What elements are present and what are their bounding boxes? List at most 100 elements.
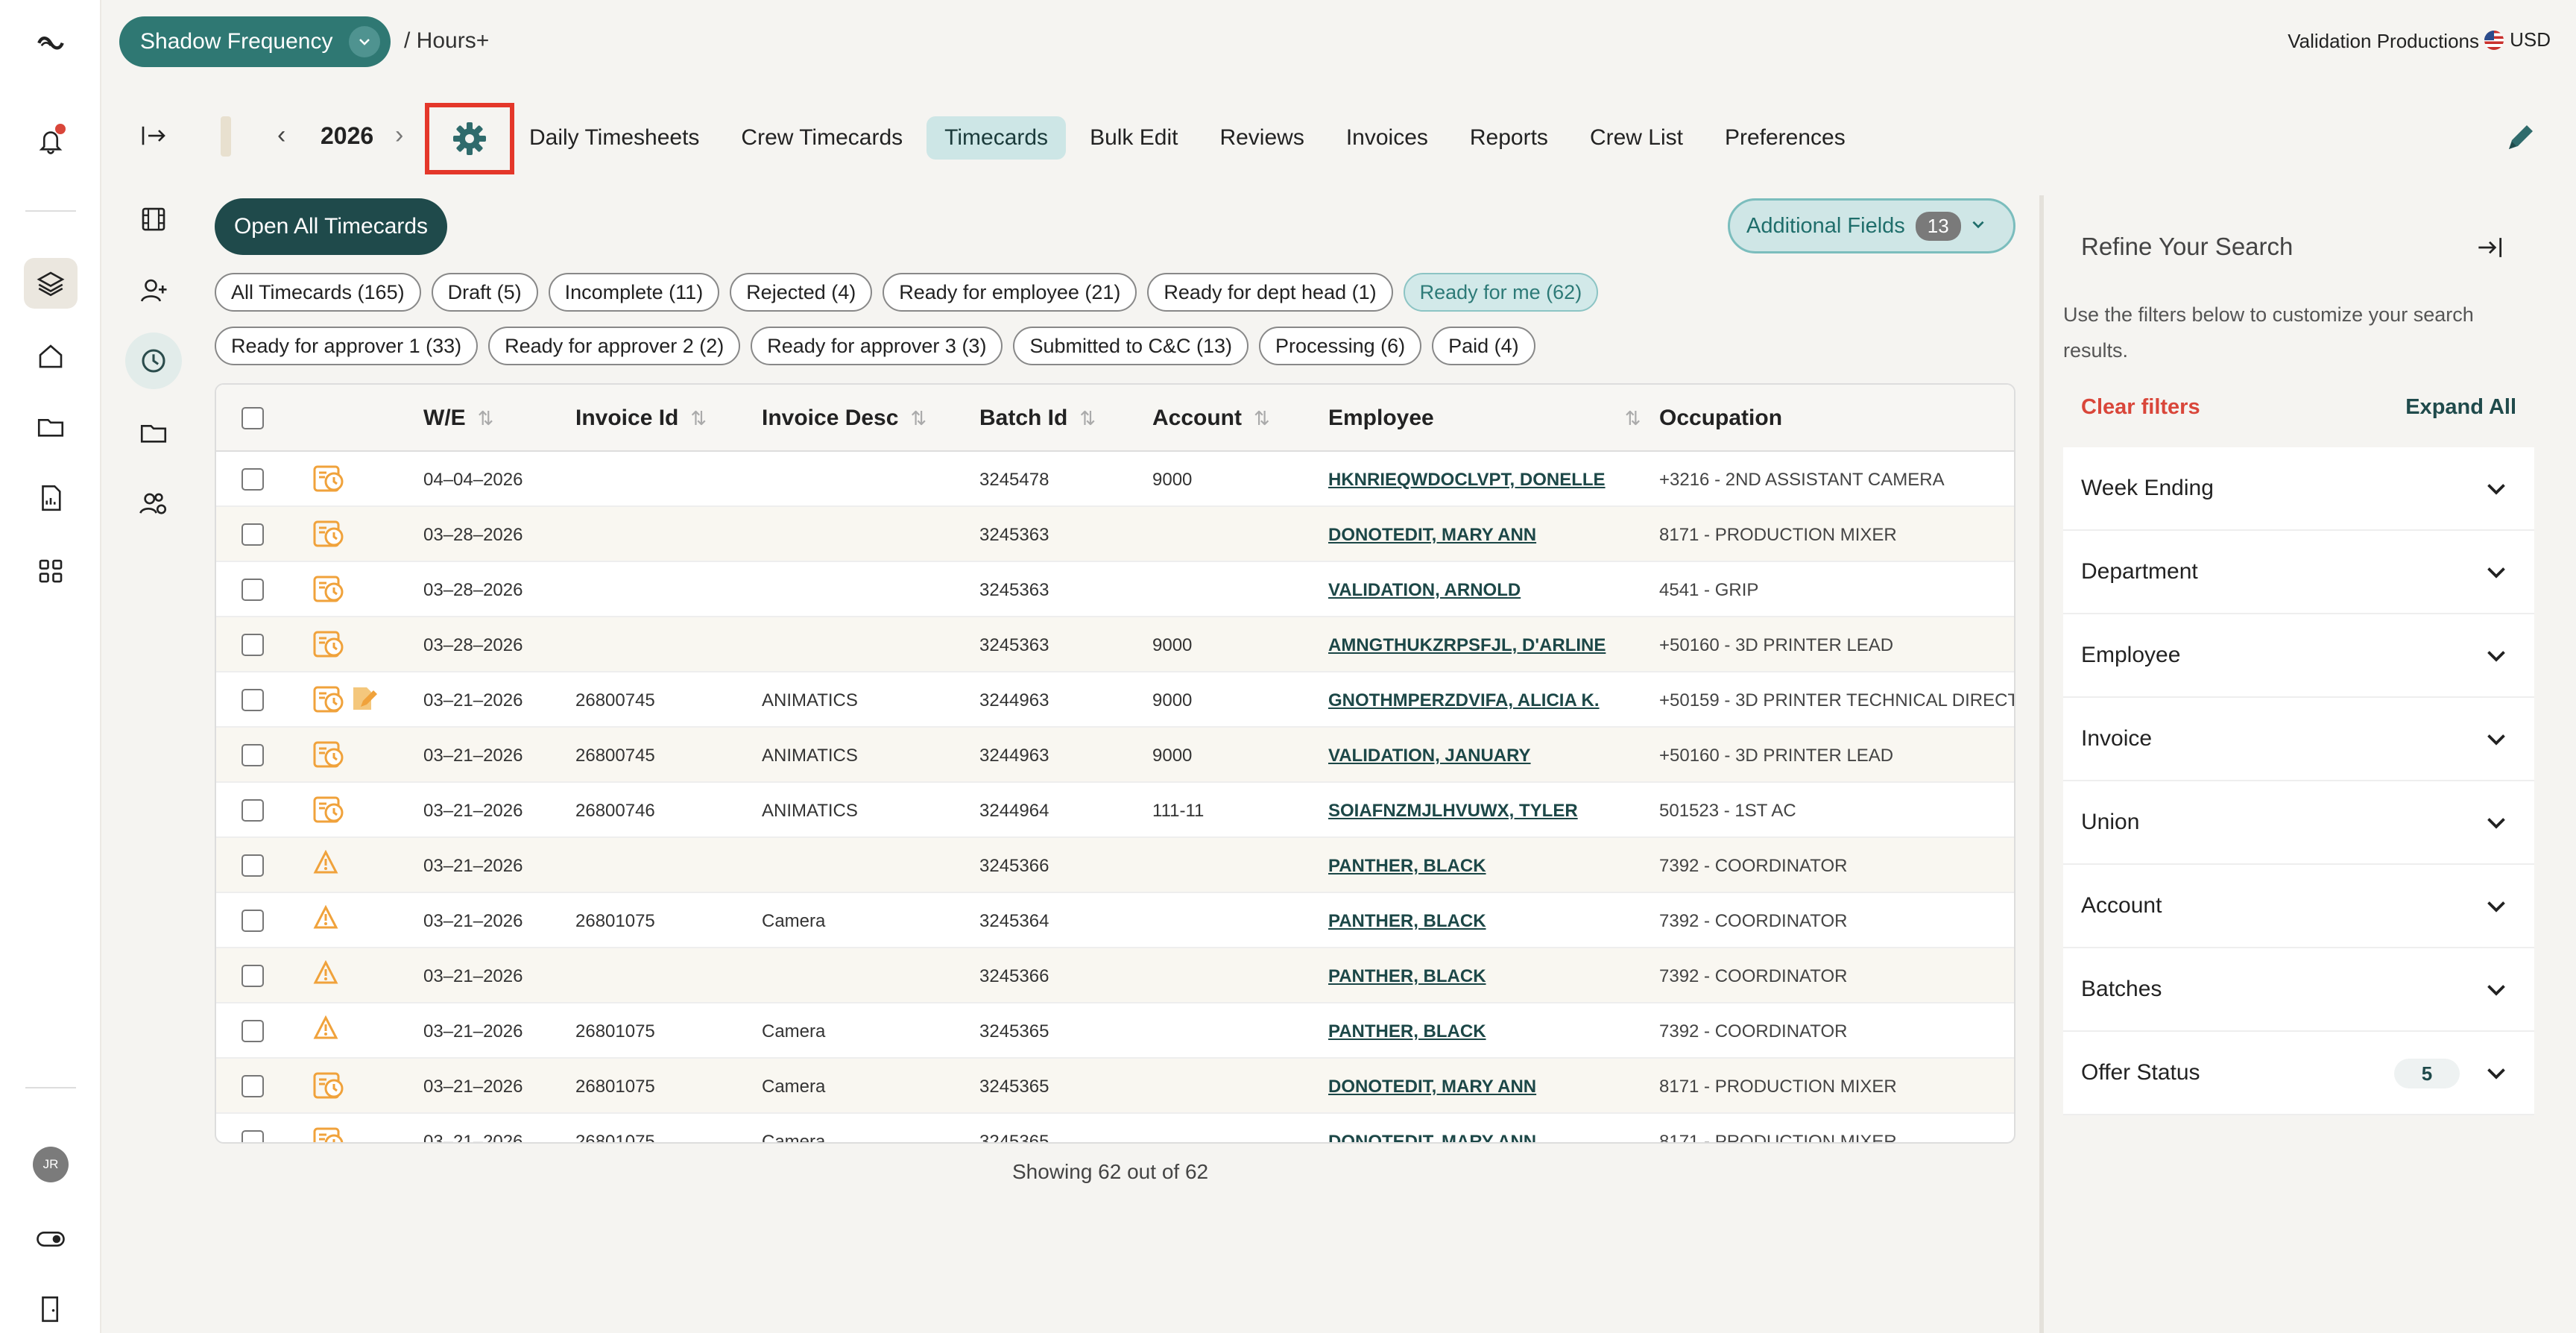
employee-link[interactable]: GNOTHMPERZDVIFA, ALICIA K. xyxy=(1328,690,1600,711)
employee-link[interactable]: VALIDATION, ARNOLD xyxy=(1328,580,1521,601)
employee-link[interactable]: VALIDATION, JANUARY xyxy=(1328,746,1531,766)
status-timecard-clock-icon[interactable] xyxy=(313,519,346,552)
column-header-batch-id[interactable]: Batch Id ⇅ xyxy=(979,406,1096,431)
tab-reports[interactable]: Reports xyxy=(1452,116,1566,160)
column-header-invoice-desc[interactable]: Invoice Desc ⇅ xyxy=(762,406,926,431)
table-row[interactable]: 03–28–2026 3245363 9000 AMNGTHUKZRPSFJL, D'… xyxy=(216,617,2014,672)
table-row[interactable]: 03–21–2026 26800745 ANIMATICS 3244963 9000 GN… xyxy=(216,672,2014,728)
status-timecard-clock-icon[interactable] xyxy=(313,684,346,718)
employee-link[interactable]: DONOTEDIT, MARY ANN xyxy=(1328,525,1536,546)
next-year-icon[interactable]: › xyxy=(395,121,403,150)
chip-ready-for-approver-2[interactable]: Ready for approver 2 (2) xyxy=(488,327,741,365)
notification-bell-icon[interactable] xyxy=(31,121,70,160)
chip-ready-for-me[interactable]: Ready for me (62) xyxy=(1403,273,1599,312)
panel-divider[interactable] xyxy=(2039,195,2044,1333)
project-selector[interactable]: Shadow Frequency xyxy=(119,16,391,67)
table-row[interactable]: 03–21–2026 26801075 Camera 3245364 PANTHER, … xyxy=(216,893,2014,948)
employee-link[interactable]: PANTHER, BLACK xyxy=(1328,856,1486,877)
status-timecard-clock-icon[interactable] xyxy=(313,464,346,497)
tab-invoices[interactable]: Invoices xyxy=(1328,116,1446,160)
chip-ready-for-approver-1[interactable]: Ready for approver 1 (33) xyxy=(215,327,479,365)
table-row[interactable]: 03–21–2026 26801075 Camera 3245365 PANTHER, … xyxy=(216,1003,2014,1059)
status-timecard-clock-icon[interactable] xyxy=(313,574,346,608)
chip-processing[interactable]: Processing (6) xyxy=(1259,327,1422,365)
table-row[interactable]: 03–21–2026 26801075 Camera 3245365 DONOTEDIT… xyxy=(216,1059,2014,1114)
table-row[interactable]: 03–21–2026 26801075 Camera 3245365 DONOTEDIT… xyxy=(216,1114,2014,1142)
additional-fields-dropdown[interactable]: Additional Fields 13 xyxy=(1728,198,2015,253)
table-row[interactable]: 03–21–2026 3245366 PANTHER, BLACK 7392 - CO… xyxy=(216,838,2014,893)
report-doc-icon[interactable] xyxy=(31,479,70,517)
employee-link[interactable]: PANTHER, BLACK xyxy=(1328,1021,1486,1042)
filter-batches[interactable]: Batches xyxy=(2063,948,2534,1032)
settings-button[interactable] xyxy=(425,103,514,174)
chip-ready-for-approver-3[interactable]: Ready for approver 3 (3) xyxy=(751,327,1003,365)
employee-link[interactable]: HKNRIEQWDOCLVPT, DONELLE xyxy=(1328,470,1606,491)
open-all-timecards-button[interactable]: Open All Timecards xyxy=(215,198,447,255)
status-timecard-clock-icon[interactable] xyxy=(313,1071,346,1104)
app-logo-icon[interactable] xyxy=(31,22,70,61)
edit-pencil-icon[interactable] xyxy=(2504,121,2537,157)
add-user-icon[interactable] xyxy=(136,273,171,309)
breadcrumb[interactable]: / Hours+ xyxy=(404,28,489,54)
folder-icon[interactable] xyxy=(136,415,171,450)
tab-daily-timesheets[interactable]: Daily Timesheets xyxy=(511,116,717,160)
row-checkbox[interactable] xyxy=(242,799,264,822)
chip-submitted-to-c-c[interactable]: Submitted to C&C (13) xyxy=(1013,327,1249,365)
tab-preferences[interactable]: Preferences xyxy=(1707,116,1863,160)
column-header-invoice-id[interactable]: Invoice Id ⇅ xyxy=(575,406,707,431)
filter-employee[interactable]: Employee xyxy=(2063,614,2534,698)
table-row[interactable]: 03–21–2026 3245366 PANTHER, BLACK 7392 - CO… xyxy=(216,948,2014,1003)
logout-door-icon[interactable] xyxy=(31,1290,70,1329)
row-checkbox[interactable] xyxy=(242,744,264,766)
filter-offer-status[interactable]: Offer Status 5 xyxy=(2063,1032,2534,1115)
clock-icon[interactable] xyxy=(136,343,171,379)
status-edit-note-icon[interactable] xyxy=(350,684,379,718)
chip-ready-for-employee[interactable]: Ready for employee (21) xyxy=(883,273,1137,312)
row-checkbox[interactable] xyxy=(242,634,264,656)
team-settings-icon[interactable] xyxy=(136,486,171,522)
collapse-sidebar-icon[interactable] xyxy=(136,118,171,154)
expand-all-button[interactable]: Expand All xyxy=(2405,395,2516,420)
film-icon[interactable] xyxy=(136,201,171,237)
table-row[interactable]: 03–21–2026 26800745 ANIMATICS 3244963 9000 VA… xyxy=(216,728,2014,783)
row-checkbox[interactable] xyxy=(242,965,264,987)
employee-link[interactable]: SOIAFNZMJLHVUWX, TYLER xyxy=(1328,801,1578,822)
row-checkbox[interactable] xyxy=(242,1130,264,1142)
column-header-we[interactable]: W/E ⇅ xyxy=(423,406,493,431)
toggle-icon[interactable] xyxy=(31,1220,70,1258)
employee-link[interactable]: DONOTEDIT, MARY ANN xyxy=(1328,1132,1536,1142)
row-checkbox[interactable] xyxy=(242,1020,264,1042)
row-checkbox[interactable] xyxy=(242,854,264,877)
chip-rejected[interactable]: Rejected (4) xyxy=(730,273,873,312)
tab-reviews[interactable]: Reviews xyxy=(1202,116,1322,160)
collapse-panel-icon[interactable] xyxy=(2473,231,2506,268)
employee-link[interactable]: AMNGTHUKZRPSFJL, D'ARLINE xyxy=(1328,635,1606,656)
table-row[interactable]: 04–04–2026 3245478 9000 HKNRIEQWDOCLVPT, DO… xyxy=(216,452,2014,507)
filter-week-ending[interactable]: Week Ending xyxy=(2063,447,2534,531)
chip-ready-for-dept-head[interactable]: Ready for dept head (1) xyxy=(1147,273,1393,312)
employee-link[interactable]: DONOTEDIT, MARY ANN xyxy=(1328,1077,1536,1097)
status-timecard-clock-icon[interactable] xyxy=(313,795,346,828)
tab-crew-timecards[interactable]: Crew Timecards xyxy=(723,116,921,160)
chip-draft[interactable]: Draft (5) xyxy=(431,273,538,312)
warning-triangle-icon[interactable] xyxy=(313,1015,338,1044)
company-name[interactable]: Validation Productions xyxy=(2288,30,2479,53)
column-header-account[interactable]: Account ⇅ xyxy=(1152,406,1270,431)
chip-paid[interactable]: Paid (4) xyxy=(1432,327,1535,365)
row-checkbox[interactable] xyxy=(242,689,264,711)
status-timecard-clock-icon[interactable] xyxy=(313,1126,346,1142)
select-all-checkbox[interactable] xyxy=(242,407,264,429)
previous-year-icon[interactable]: ‹ xyxy=(277,121,285,150)
status-timecard-clock-icon[interactable] xyxy=(313,740,346,773)
status-timecard-clock-icon[interactable] xyxy=(313,629,346,663)
tab-timecards[interactable]: Timecards xyxy=(926,116,1067,160)
employee-link[interactable]: PANTHER, BLACK xyxy=(1328,966,1486,987)
folder-icon[interactable] xyxy=(31,407,70,446)
row-checkbox[interactable] xyxy=(242,523,264,546)
chip-incomplete[interactable]: Incomplete (11) xyxy=(548,273,720,312)
filter-department[interactable]: Department xyxy=(2063,531,2534,614)
warning-triangle-icon[interactable] xyxy=(313,904,338,934)
clear-filters-button[interactable]: Clear filters xyxy=(2081,395,2200,420)
layers-icon[interactable] xyxy=(24,258,78,309)
tab-bulk-edit[interactable]: Bulk Edit xyxy=(1072,116,1196,160)
